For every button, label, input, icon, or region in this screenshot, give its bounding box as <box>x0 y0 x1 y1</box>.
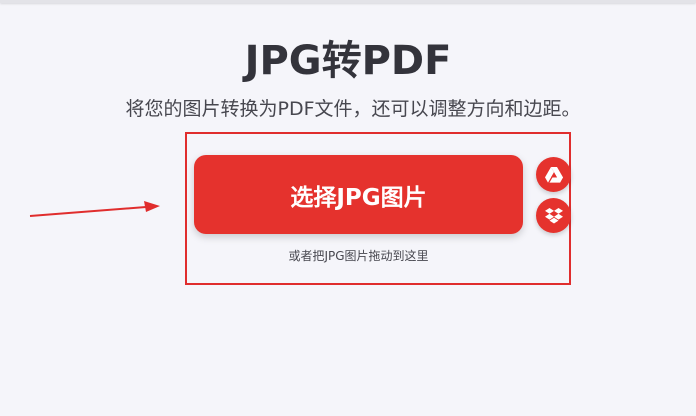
select-jpg-button[interactable]: 选择JPG图片 <box>194 155 523 234</box>
dropbox-icon <box>544 207 563 223</box>
google-drive-button[interactable] <box>536 157 571 192</box>
google-drive-icon <box>544 166 563 183</box>
page-subtitle: 将您的图片转换为PDF文件，还可以调整方向和边距。 <box>125 98 581 120</box>
page-title: JPG转PDF <box>244 38 452 84</box>
dropbox-button[interactable] <box>536 198 571 233</box>
drop-hint-text: 或者把JPG图片拖动到这里 <box>288 249 429 263</box>
top-bar-edge <box>0 0 696 3</box>
annotation-arrow-icon <box>29 201 160 217</box>
